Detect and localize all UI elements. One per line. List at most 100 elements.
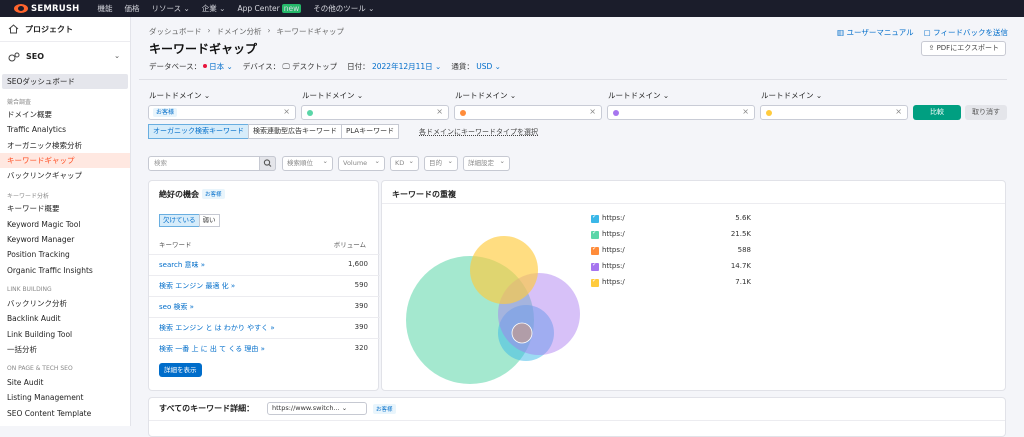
home-icon xyxy=(8,24,19,34)
position-filter[interactable]: 検索順位 xyxy=(282,155,333,171)
database-setting[interactable]: データベース： 日本 ⌄ xyxy=(149,61,233,72)
domain-input-2[interactable]: × xyxy=(301,105,449,120)
legend-item[interactable]: https:/ 5.6K xyxy=(591,213,751,226)
nav-features[interactable]: 機能 xyxy=(97,3,112,14)
device-setting[interactable]: デバイス： 🖵 デスクトップ xyxy=(243,61,337,72)
checkbox-icon[interactable] xyxy=(591,213,599,223)
sidebar-item-listing-management[interactable]: Listing Management xyxy=(0,390,130,405)
sidebar-item-keyword-gap[interactable]: キーワードギャップ xyxy=(0,152,130,169)
sidebar-item-link-building-tool[interactable]: Link Building Tool xyxy=(0,327,130,342)
domain-input-3[interactable]: × xyxy=(454,105,602,120)
domain-input-5[interactable]: × xyxy=(760,105,908,120)
nav-pricing[interactable]: 価格 xyxy=(124,3,139,14)
domain-type-select-5[interactable]: ルートドメイン ⌄ xyxy=(761,90,822,101)
sidebar-item-position-tracking[interactable]: Position Tracking xyxy=(0,247,130,262)
japan-flag-icon xyxy=(203,64,208,68)
legend-value: 7.1K xyxy=(735,278,751,286)
venn-circle-domain-3[interactable] xyxy=(511,322,533,344)
domain-select[interactable]: https://www.switch... ⌄ xyxy=(267,402,367,415)
legend-item[interactable]: https:/ 7.1K xyxy=(591,277,751,290)
kd-filter[interactable]: KD xyxy=(390,155,419,171)
search-input[interactable]: 検索 xyxy=(148,156,276,171)
sidebar-item-bulk-analysis[interactable]: 一括分析 xyxy=(0,342,130,357)
tab-organic-keywords[interactable]: オーガニック検索キーワード xyxy=(148,124,249,139)
sidebar-seo-toggle[interactable]: SEO ⌄ xyxy=(0,42,130,71)
sidebar-item-seo-content-template[interactable]: SEO Content Template xyxy=(0,406,130,421)
cancel-button[interactable]: 取り消す xyxy=(965,105,1007,120)
toggle-missing[interactable]: 欠けている xyxy=(159,214,200,227)
search-button[interactable] xyxy=(259,156,276,171)
export-pdf-button[interactable]: ⇪ PDFにエクスポート xyxy=(921,41,1006,56)
toggle-weak[interactable]: 弱い xyxy=(198,214,220,227)
sidebar-item-backlink-audit[interactable]: Backlink Audit xyxy=(0,311,130,326)
semrush-logo[interactable]: SEMRUSH xyxy=(14,4,79,14)
intent-filter[interactable]: 目的 xyxy=(424,155,458,171)
checkbox-icon[interactable] xyxy=(591,277,599,287)
nav-company[interactable]: 企業 ⌄ xyxy=(202,3,226,14)
domain-type-select-3[interactable]: ルートドメイン ⌄ xyxy=(455,90,516,101)
clear-icon[interactable]: × xyxy=(742,107,749,116)
sidebar-item-seo-dashboard[interactable]: SEOダッシュボード xyxy=(2,74,128,89)
sidebar-item-domain-overview[interactable]: ドメイン概要 xyxy=(0,107,130,122)
search-icon xyxy=(263,159,272,167)
nav-other-tools[interactable]: その他のツール ⌄ xyxy=(313,3,374,14)
sidebar-item-traffic-analytics[interactable]: Traffic Analytics xyxy=(0,122,130,137)
customer-tag: お客様 xyxy=(373,404,396,414)
volume-filter[interactable]: Volume xyxy=(338,155,385,171)
advanced-filter[interactable]: 詳細設定 xyxy=(463,155,510,171)
breadcrumb-separator: › xyxy=(267,26,271,35)
sidebar-item-backlink-gap[interactable]: バックリンクギャップ xyxy=(0,168,130,183)
view-details-button[interactable]: 詳細を表示 xyxy=(159,363,202,377)
keyword-link[interactable]: seo 検索 » xyxy=(159,302,194,312)
clear-icon[interactable]: × xyxy=(589,107,596,116)
currency-setting[interactable]: 通貨： USD ⌄ xyxy=(451,61,501,72)
sidebar-item-keyword-manager[interactable]: Keyword Manager xyxy=(0,232,130,247)
legend-item[interactable]: https:/ 21.5K xyxy=(591,229,751,242)
clear-icon[interactable]: × xyxy=(283,107,290,116)
domain-input-4[interactable]: × xyxy=(607,105,755,120)
keyword-link[interactable]: 検索 一番 上 に 出 て くる 理由 » xyxy=(159,344,265,354)
domain-type-select-2[interactable]: ルートドメイン ⌄ xyxy=(302,90,363,101)
sidebar-item-keyword-overview[interactable]: キーワード概要 xyxy=(0,201,130,216)
venn-circle-domain-5[interactable] xyxy=(470,236,538,304)
user-manual-link[interactable]: ▥ ユーザーマニュアル xyxy=(837,27,914,38)
breadcrumb-domain-analytics[interactable]: ドメイン分析 xyxy=(217,26,262,37)
per-domain-keyword-type-link[interactable]: 各ドメインにキーワードタイプを選択 xyxy=(419,127,538,137)
keyword-link[interactable]: 検索 エンジン 最適 化 » xyxy=(159,281,235,291)
date-setting[interactable]: 日付： 2022年12月11日 ⌄ xyxy=(347,61,441,72)
legend-item[interactable]: https:/ 588 xyxy=(591,245,751,258)
sidebar-projects[interactable]: プロジェクト xyxy=(0,17,130,42)
sidebar-item-keyword-magic-tool[interactable]: Keyword Magic Tool xyxy=(0,217,130,232)
table-row: seo 検索 » 390 xyxy=(149,296,380,317)
breadcrumb-dashboard[interactable]: ダッシュボード xyxy=(149,26,202,37)
sidebar-item-backlink-analytics[interactable]: バックリンク分析 xyxy=(0,296,130,311)
domain-color-dot xyxy=(307,110,313,116)
keyword-link[interactable]: search 意味 » xyxy=(159,260,205,270)
keyword-link[interactable]: 検索 エンジン と は わかり やすく » xyxy=(159,323,275,333)
domain-input-1[interactable]: お客様 × xyxy=(148,105,296,120)
sidebar-section-competitive: 競合調査 xyxy=(7,99,32,106)
sidebar-section-keyword-research: キーワード分析 xyxy=(7,193,50,201)
volume-value: 1,600 xyxy=(347,260,368,268)
currency-value: USD ⌄ xyxy=(476,62,501,71)
checkbox-icon[interactable] xyxy=(591,229,599,239)
clear-icon[interactable]: × xyxy=(436,107,443,116)
domain-color-dot xyxy=(613,110,619,116)
currency-label: 通貨： xyxy=(451,62,474,71)
compare-button[interactable]: 比較 xyxy=(913,105,961,120)
domain-type-select-1[interactable]: ルートドメイン ⌄ xyxy=(149,90,210,101)
clear-icon[interactable]: × xyxy=(895,107,902,116)
tab-pla-keywords[interactable]: PLAキーワード xyxy=(341,124,400,139)
checkbox-icon[interactable] xyxy=(591,245,599,255)
sidebar-item-organic-traffic-insights[interactable]: Organic Traffic Insights xyxy=(0,263,130,278)
device-label: デバイス： xyxy=(242,62,281,71)
sidebar-item-organic-research[interactable]: オーガニック検索分析 xyxy=(0,138,130,153)
sidebar-item-site-audit[interactable]: Site Audit xyxy=(0,375,130,390)
feedback-link[interactable]: ▢ フィードバックを送信 xyxy=(924,27,1008,38)
nav-resources[interactable]: リソース ⌄ xyxy=(151,3,189,14)
domain-type-select-4[interactable]: ルートドメイン ⌄ xyxy=(608,90,669,101)
legend-item[interactable]: https:/ 14.7K xyxy=(591,261,751,274)
tab-paid-keywords[interactable]: 検索連動型広告キーワード xyxy=(248,124,342,139)
checkbox-icon[interactable] xyxy=(591,261,599,271)
nav-app-center[interactable]: App Center new xyxy=(237,4,302,14)
